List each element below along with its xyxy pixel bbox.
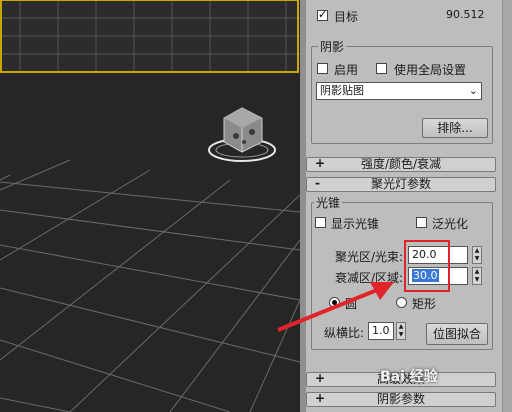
use-global-settings-checkbox[interactable] bbox=[376, 63, 387, 74]
viewport-perspective[interactable] bbox=[0, 0, 300, 412]
watermark-text: Bai 经验 bbox=[380, 369, 438, 385]
show-cone-checkbox[interactable] bbox=[315, 217, 326, 228]
viewport-canvas bbox=[0, 0, 300, 412]
target-label: 目标 bbox=[334, 10, 359, 24]
overshoot-label: 泛光化 bbox=[432, 217, 469, 231]
rollout-intensity-color-attenuation[interactable]: + 强度/颜色/衰减 bbox=[306, 157, 496, 172]
shadows-enable-checkbox[interactable] bbox=[317, 63, 328, 74]
panel-separator bbox=[300, 0, 306, 412]
falloff-spinner[interactable]: ▲ ▼ bbox=[472, 267, 482, 285]
annotation-arrow-icon bbox=[277, 282, 394, 332]
rollout-title: 强度/颜色/衰减 bbox=[360, 157, 442, 171]
cone-group-title: 光锥 bbox=[314, 194, 343, 211]
shadows-enable-label: 启用 bbox=[334, 63, 359, 77]
shadow-type-value: 阴影贴图 bbox=[320, 84, 364, 97]
overshoot-checkbox[interactable] bbox=[416, 217, 427, 228]
panel-scrollbar[interactable] bbox=[502, 0, 512, 412]
show-cone-label: 显示光锥 bbox=[331, 217, 380, 231]
rollout-title: 阴影参数 bbox=[376, 392, 425, 406]
target-checkbox[interactable] bbox=[317, 8, 328, 21]
hotspot-label: 聚光区/光束: bbox=[335, 250, 404, 264]
rollout-spotlight-parameters[interactable]: - 聚光灯参数 bbox=[306, 177, 496, 192]
spotlight-object bbox=[208, 107, 276, 162]
use-global-settings-label: 使用全局设置 bbox=[394, 63, 467, 77]
hotspot-spinner[interactable]: ▲ ▼ bbox=[472, 246, 482, 264]
rectangle-label: 矩形 bbox=[412, 297, 437, 311]
target-distance-value: 90.512 bbox=[446, 8, 485, 21]
rollout-shadow-parameters[interactable]: + 阴影参数 bbox=[306, 392, 496, 407]
shadows-group-title: 阴影 bbox=[318, 38, 347, 55]
bitmap-fit-button[interactable]: 位图拟合 bbox=[426, 323, 488, 345]
chevron-down-icon: ⌄ bbox=[468, 84, 478, 97]
annotation-highlight-box bbox=[404, 240, 450, 292]
rollout-title: 聚光灯参数 bbox=[370, 177, 431, 191]
shadow-type-dropdown[interactable]: 阴影贴图 ⌄ bbox=[316, 82, 482, 100]
exclude-button[interactable]: 排除... bbox=[422, 118, 488, 138]
